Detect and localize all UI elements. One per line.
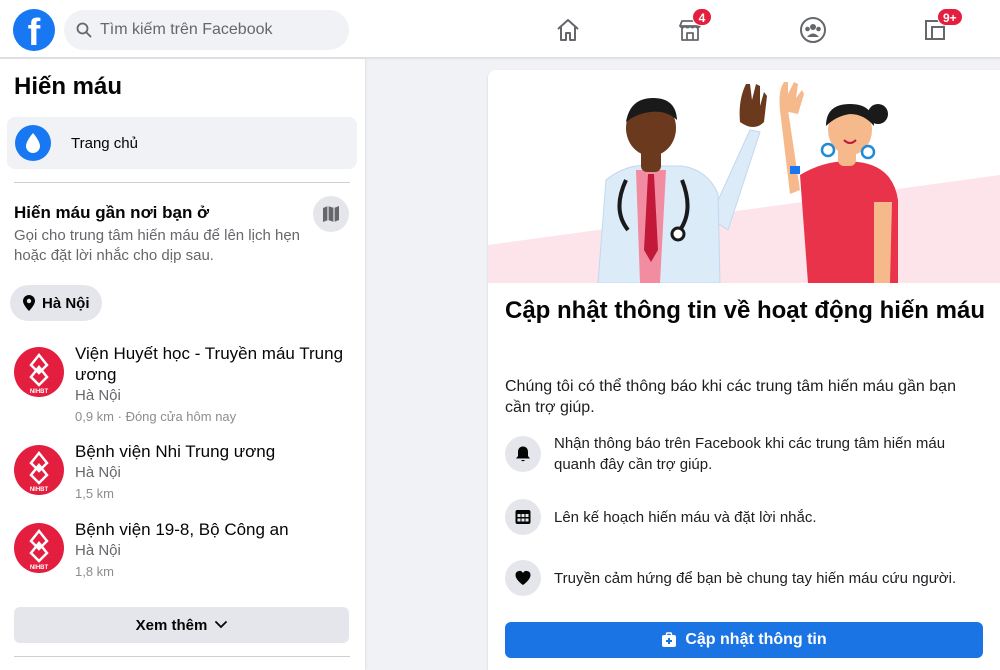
center-name: Viện Huyết học - Truyền máu Trung ương xyxy=(75,344,344,384)
map-icon xyxy=(323,206,339,222)
card-title: Cập nhật thông tin về hoạt động hiến máu xyxy=(505,297,985,324)
center-name: Bệnh viện Nhi Trung ương xyxy=(75,442,276,461)
update-info-button[interactable]: Cập nhật thông tin xyxy=(505,622,983,658)
home-icon xyxy=(557,19,579,41)
divider xyxy=(14,656,350,657)
nihbt-logo: NIHBT xyxy=(14,523,64,573)
sidebar-item-label: Trang chủ xyxy=(71,134,138,152)
gaming-badge: 9+ xyxy=(937,8,963,26)
update-info-label: Cập nhật thông tin xyxy=(685,631,827,648)
search-box[interactable] xyxy=(64,10,349,50)
blood-center-item[interactable]: NIHBT Bệnh viện 19-8, Bộ Công an Hà Nội … xyxy=(14,519,354,589)
sidebar-title: Hiến máu xyxy=(14,73,123,100)
center-city: Hà Nội xyxy=(75,464,121,481)
center-meta: 1,8 km xyxy=(75,564,115,579)
logo-text: NIHBT xyxy=(30,487,49,493)
card-description: Chúng tôi có thể thông báo khi các trung… xyxy=(505,378,956,416)
map-view-button[interactable] xyxy=(313,196,349,232)
feature-text: Truyền cảm hứng để bạn bè chung tay hiến… xyxy=(554,569,957,587)
feature-text: Nhận thông báo trên Facebook khi các tru… xyxy=(554,435,946,473)
search-icon xyxy=(76,22,92,38)
feature-item: Truyền cảm hứng để bạn bè chung tay hiến… xyxy=(505,560,985,596)
near-section-title: Hiến máu gần nơi bạn ở xyxy=(14,203,210,222)
sidebar: Hiến máu Trang chủ Hiến máu gần nơi bạn … xyxy=(0,59,365,670)
groups-icon xyxy=(800,17,826,43)
nav-home-button[interactable] xyxy=(550,12,586,48)
medical-kit-icon xyxy=(662,632,677,647)
facebook-logo[interactable]: f xyxy=(13,9,55,51)
hero-illustration xyxy=(488,70,1000,283)
nav-marketplace-button[interactable]: 4 xyxy=(672,8,712,48)
see-more-button[interactable]: Xem thêm xyxy=(14,607,349,643)
marketplace-badge: 4 xyxy=(692,8,712,26)
nav-gaming-button[interactable]: 9+ xyxy=(917,8,963,48)
blood-donation-card: Cập nhật thông tin về hoạt động hiến máu… xyxy=(488,70,1000,670)
nihbt-logo: NIHBT xyxy=(14,347,64,397)
nav-groups-button[interactable] xyxy=(795,12,831,48)
bell-icon xyxy=(505,436,541,472)
center-city: Hà Nội xyxy=(75,542,121,559)
search-input[interactable] xyxy=(100,21,330,39)
see-more-label: Xem thêm xyxy=(135,616,208,634)
location-pin-icon xyxy=(23,295,35,311)
center-meta: 0,9 km · Đóng cửa hôm nay xyxy=(75,409,237,424)
top-navigation-bar: f 4 9+ xyxy=(0,0,1000,58)
feature-item: Lên kế hoạch hiến máu và đặt lời nhắc. xyxy=(505,499,985,535)
location-label: Hà Nội xyxy=(42,294,90,312)
nihbt-logo: NIHBT xyxy=(14,445,64,495)
logo-text: NIHBT xyxy=(30,565,49,571)
blood-drop-icon xyxy=(15,125,51,161)
blood-center-item[interactable]: NIHBT Viện Huyết học - Truyền máu Trung … xyxy=(14,343,354,431)
location-filter-chip[interactable]: Hà Nội xyxy=(10,285,102,321)
divider xyxy=(14,182,350,183)
feature-item: Nhận thông báo trên Facebook khi các tru… xyxy=(505,433,985,475)
logo-text: NIHBT xyxy=(30,389,49,395)
chevron-down-icon xyxy=(215,621,228,629)
near-section-description: Gọi cho trung tâm hiến máu để lên lịch h… xyxy=(14,227,301,264)
center-name: Bệnh viện 19-8, Bộ Công an xyxy=(75,520,289,539)
calendar-icon xyxy=(505,499,541,535)
center-city: Hà Nội xyxy=(75,387,121,404)
sidebar-item-home[interactable]: Trang chủ xyxy=(7,117,357,169)
heart-icon xyxy=(505,560,541,596)
blood-center-item[interactable]: NIHBT Bệnh viện Nhi Trung ương Hà Nội 1,… xyxy=(14,441,354,511)
feature-text: Lên kế hoạch hiến máu và đặt lời nhắc. xyxy=(554,508,817,526)
center-meta: 1,5 km xyxy=(75,486,115,501)
